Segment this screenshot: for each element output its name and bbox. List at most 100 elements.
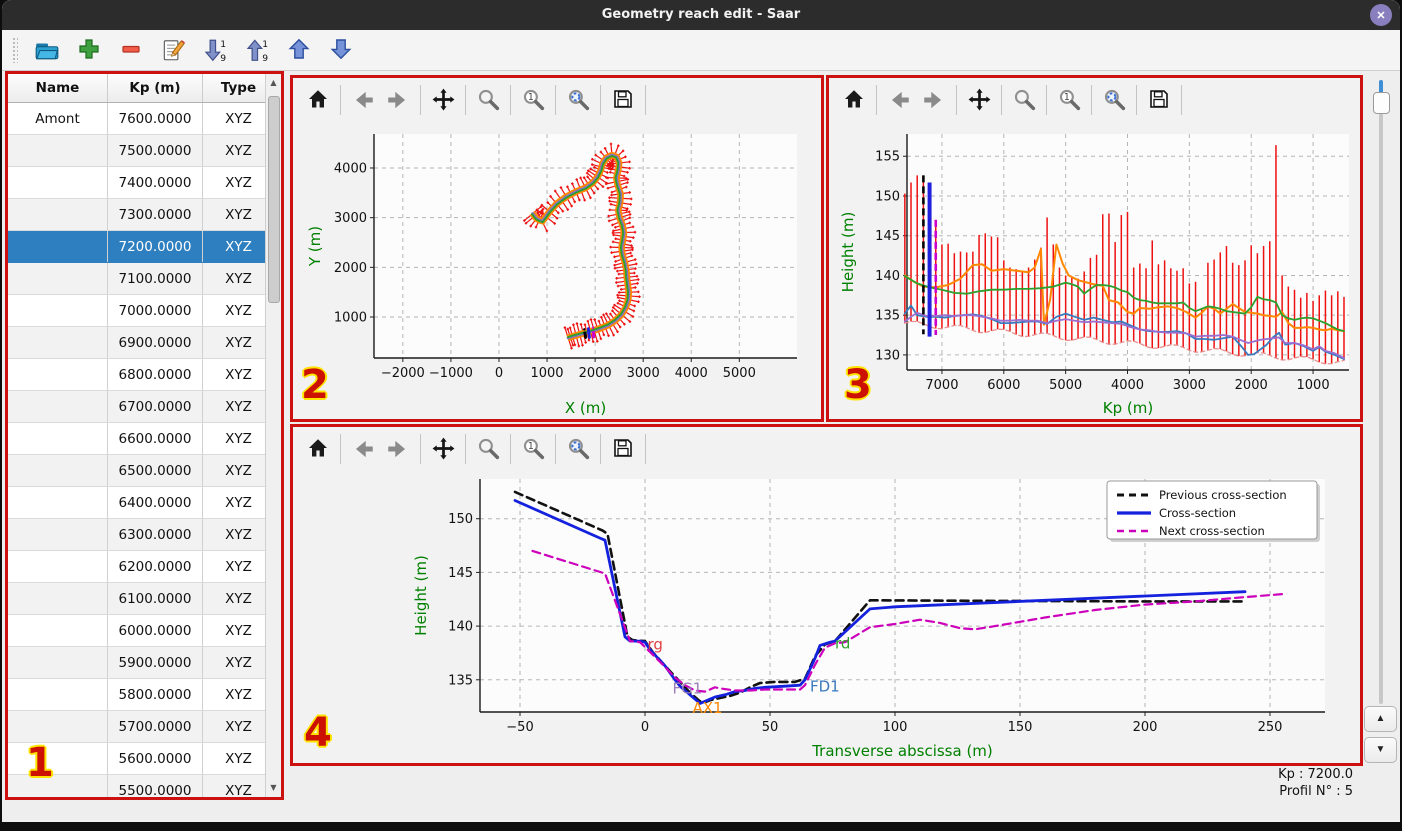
profile-table: Name Kp (m) Type Amont 7600.0000 XYZ 7500.0… bbox=[8, 74, 275, 797]
home-button[interactable] bbox=[305, 436, 331, 462]
back-arrow-icon bbox=[356, 441, 373, 457]
move-up-button[interactable] bbox=[286, 37, 312, 63]
table-row[interactable]: 6800.0000 XYZ bbox=[8, 358, 275, 391]
table-row[interactable]: 6100.0000 XYZ bbox=[8, 582, 275, 615]
save-button[interactable] bbox=[1146, 87, 1172, 113]
add-profile-button[interactable] bbox=[76, 37, 102, 63]
status-profil: Profil N° : 5 bbox=[1279, 784, 1353, 799]
column-header-kp[interactable]: Kp (m) bbox=[107, 74, 203, 103]
table-row[interactable]: 7300.0000 XYZ bbox=[8, 198, 275, 231]
scroll-up-arrow-icon[interactable]: ▲ bbox=[266, 75, 281, 91]
table-row[interactable]: Amont 7600.0000 XYZ bbox=[8, 102, 275, 135]
plan-toolbar bbox=[293, 78, 821, 122]
edit-profile-button[interactable] bbox=[160, 37, 186, 63]
table-row[interactable]: 6000.0000 XYZ bbox=[8, 614, 275, 647]
table-row[interactable]: 5700.0000 XYZ bbox=[8, 710, 275, 743]
zoom-fit-icon bbox=[569, 440, 586, 457]
svg-text:250: 250 bbox=[1258, 720, 1283, 735]
toolbar-separator bbox=[600, 85, 601, 115]
svg-text:0: 0 bbox=[495, 366, 503, 381]
table-row[interactable]: 6900.0000 XYZ bbox=[8, 326, 275, 359]
open-folder-button[interactable] bbox=[34, 37, 60, 63]
table-row[interactable]: 6200.0000 XYZ bbox=[8, 550, 275, 583]
toolbar-grip[interactable] bbox=[12, 37, 18, 63]
table-row[interactable]: 7500.0000 XYZ bbox=[8, 134, 275, 167]
slider-groove[interactable] bbox=[1379, 80, 1383, 704]
toolbar-separator bbox=[465, 434, 466, 464]
forward-button[interactable] bbox=[385, 436, 411, 462]
sort-descending-button[interactable] bbox=[202, 37, 228, 63]
svg-text:−50: −50 bbox=[506, 720, 533, 735]
zoom-fit-button[interactable] bbox=[1101, 87, 1127, 113]
arrow-down-icon bbox=[332, 40, 350, 58]
zoom-region-button[interactable] bbox=[520, 87, 546, 113]
svg-text:rg: rg bbox=[648, 636, 663, 654]
pan-button[interactable] bbox=[430, 87, 456, 113]
zoom-region-button[interactable] bbox=[1056, 87, 1082, 113]
profile-position-slider[interactable] bbox=[1372, 80, 1390, 704]
edit-icon bbox=[164, 40, 185, 60]
table-row[interactable]: 6400.0000 XYZ bbox=[8, 486, 275, 519]
zoom-button[interactable] bbox=[475, 87, 501, 113]
folder-icon bbox=[36, 44, 58, 59]
cross-section-chart[interactable]: −50 0 50 100 150 200 250 135 140 145 150 Transverse… bbox=[293, 471, 1360, 763]
table-row[interactable]: 5900.0000 XYZ bbox=[8, 646, 275, 679]
zoom-region-button[interactable] bbox=[520, 436, 546, 462]
close-button[interactable]: ✕ bbox=[1370, 4, 1392, 26]
home-button[interactable] bbox=[841, 87, 867, 113]
zoom-button[interactable] bbox=[475, 436, 501, 462]
sort-ascending-button[interactable] bbox=[244, 37, 270, 63]
svg-text:Next cross-section: Next cross-section bbox=[1159, 524, 1265, 538]
toolbar-separator bbox=[1091, 85, 1092, 115]
scroll-down-arrow-icon[interactable]: ▼ bbox=[266, 780, 281, 796]
column-header-name[interactable]: Name bbox=[8, 74, 108, 103]
table-row[interactable]: 5800.0000 XYZ bbox=[8, 678, 275, 711]
back-button[interactable] bbox=[350, 436, 376, 462]
zoom-region-icon bbox=[524, 440, 541, 457]
toolbar-separator bbox=[510, 434, 511, 464]
plan-view-chart[interactable]: −2000 −1000 0 1000 2000 3000 4000 5000 1000 2000 3… bbox=[293, 122, 821, 420]
pan-button[interactable] bbox=[966, 87, 992, 113]
back-button[interactable] bbox=[350, 87, 376, 113]
table-row[interactable]: 7200.0000 XYZ bbox=[8, 230, 275, 263]
scrollbar-thumb[interactable] bbox=[268, 96, 280, 303]
table-scrollbar[interactable]: ▲ ▼ bbox=[265, 74, 281, 797]
move-down-button[interactable] bbox=[328, 37, 354, 63]
profile-down-button[interactable]: ▼ bbox=[1364, 737, 1397, 763]
svg-text:150: 150 bbox=[448, 512, 473, 527]
remove-profile-button[interactable] bbox=[118, 37, 144, 63]
forward-button[interactable] bbox=[921, 87, 947, 113]
table-row[interactable]: 6500.0000 XYZ bbox=[8, 454, 275, 487]
table-row[interactable]: 7400.0000 XYZ bbox=[8, 166, 275, 199]
column-header-type[interactable]: Type bbox=[202, 74, 275, 103]
profile-up-button[interactable]: ▲ bbox=[1364, 706, 1397, 732]
forward-button[interactable] bbox=[385, 87, 411, 113]
zoom-button[interactable] bbox=[1011, 87, 1037, 113]
toolbar-separator bbox=[420, 434, 421, 464]
table-row[interactable]: 7000.0000 XYZ bbox=[8, 294, 275, 327]
save-button[interactable] bbox=[610, 436, 636, 462]
svg-text:Height (m): Height (m) bbox=[412, 555, 430, 636]
zoom-fit-button[interactable] bbox=[565, 436, 591, 462]
svg-text:rd: rd bbox=[835, 635, 850, 653]
cross-section-panel: −50 0 50 100 150 200 250 135 140 145 150 Transverse… bbox=[290, 424, 1363, 766]
save-button[interactable] bbox=[610, 87, 636, 113]
plan-view-panel: −2000 −1000 0 1000 2000 3000 4000 5000 1000 2000 3… bbox=[290, 75, 824, 422]
main-toolbar bbox=[2, 30, 1400, 71]
svg-text:135: 135 bbox=[448, 673, 473, 688]
forward-arrow-icon bbox=[924, 92, 941, 108]
zoom-fit-button[interactable] bbox=[565, 87, 591, 113]
back-button[interactable] bbox=[886, 87, 912, 113]
table-row[interactable]: 6600.0000 XYZ bbox=[8, 422, 275, 455]
svg-text:140: 140 bbox=[448, 620, 473, 635]
svg-text:50: 50 bbox=[762, 720, 779, 735]
table-row[interactable]: 7100.0000 XYZ bbox=[8, 262, 275, 295]
table-row[interactable]: 6300.0000 XYZ bbox=[8, 518, 275, 551]
toolbar-separator bbox=[1001, 85, 1002, 115]
long-profile-chart[interactable]: 7000 6000 5000 4000 3000 2000 1000 130 135 140 145… bbox=[829, 122, 1360, 420]
table-row[interactable]: 6700.0000 XYZ bbox=[8, 390, 275, 423]
pan-button[interactable] bbox=[430, 436, 456, 462]
forward-arrow-icon bbox=[388, 92, 405, 108]
home-button[interactable] bbox=[305, 87, 331, 113]
slider-handle[interactable] bbox=[1373, 92, 1390, 114]
